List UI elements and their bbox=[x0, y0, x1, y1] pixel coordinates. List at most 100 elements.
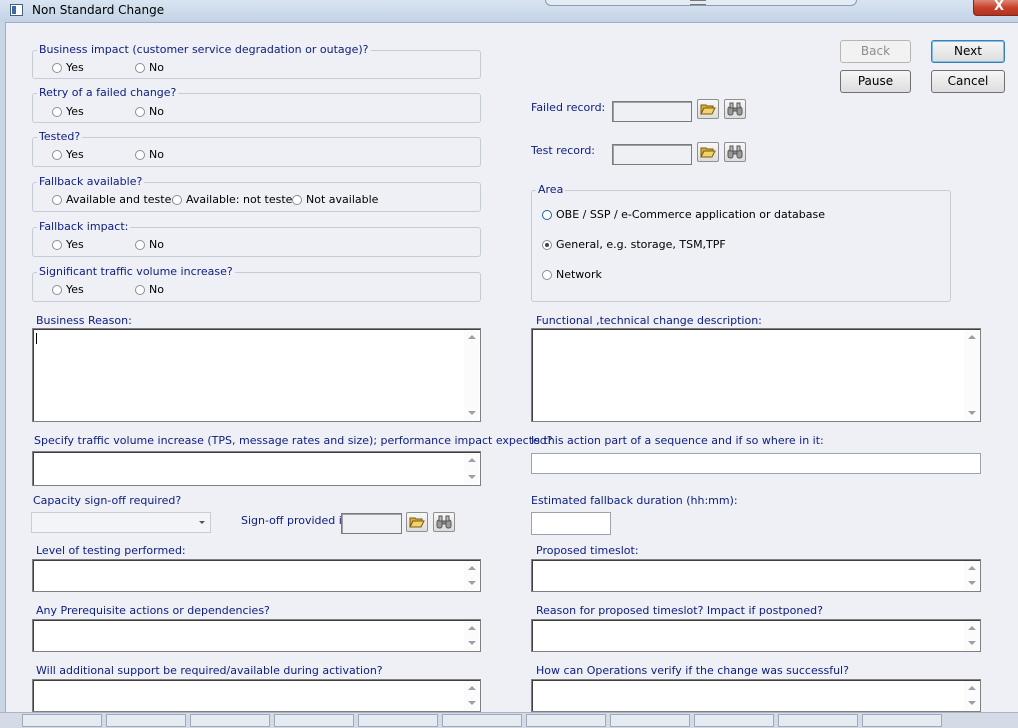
retry-legend: Retry of a failed change? bbox=[37, 86, 179, 99]
proposed-timeslot-textarea[interactable] bbox=[531, 559, 981, 592]
taskbar-item[interactable] bbox=[694, 714, 774, 727]
signoff-open-button[interactable] bbox=[406, 512, 428, 532]
business-impact-no[interactable]: No bbox=[135, 61, 164, 74]
scroll-up-icon[interactable] bbox=[968, 335, 976, 339]
area-option-network[interactable]: Network bbox=[542, 268, 602, 281]
failed-record-input[interactable] bbox=[612, 101, 692, 122]
signoff-find-button[interactable] bbox=[433, 512, 455, 532]
taskbar-item[interactable] bbox=[862, 714, 942, 727]
functional-description-label: Functional ,technical change description… bbox=[536, 314, 762, 327]
scroll-down-icon[interactable] bbox=[468, 411, 476, 415]
scroll-up-icon[interactable] bbox=[468, 335, 476, 339]
scroll-down-icon[interactable] bbox=[968, 701, 976, 705]
scroll-down-icon[interactable] bbox=[468, 641, 476, 645]
scrollbar[interactable] bbox=[964, 330, 979, 420]
folder-open-icon bbox=[700, 104, 716, 115]
tested-yes[interactable]: Yes bbox=[52, 148, 84, 161]
binoculars-icon bbox=[727, 102, 743, 116]
window-title: Non Standard Change bbox=[32, 3, 165, 17]
capacity-signoff-label: Capacity sign-off required? bbox=[33, 494, 182, 507]
scroll-down-icon[interactable] bbox=[468, 475, 476, 479]
option-label: Yes bbox=[66, 238, 84, 251]
pause-button-label: Pause bbox=[857, 74, 894, 88]
taskbar-item[interactable] bbox=[442, 714, 522, 727]
retry-no[interactable]: No bbox=[135, 105, 164, 118]
taskbar-item[interactable] bbox=[526, 714, 606, 727]
business-impact-yes[interactable]: Yes bbox=[52, 61, 84, 74]
scroll-up-icon[interactable] bbox=[468, 626, 476, 630]
scroll-up-icon[interactable] bbox=[968, 566, 976, 570]
fallback-available-not-tested[interactable]: Available: not tested bbox=[172, 193, 299, 206]
tested-no[interactable]: No bbox=[135, 148, 164, 161]
radio-selected-icon bbox=[542, 239, 552, 250]
failed-record-find-button[interactable] bbox=[724, 99, 746, 119]
scroll-down-icon[interactable] bbox=[968, 411, 976, 415]
taskbar-item[interactable] bbox=[610, 714, 690, 727]
test-record-open-button[interactable] bbox=[697, 142, 719, 162]
fallback-impact-yes[interactable]: Yes bbox=[52, 238, 84, 251]
signoff-provided-input[interactable] bbox=[341, 513, 402, 534]
option-label: Available: not tested bbox=[186, 193, 300, 206]
pause-button[interactable]: Pause bbox=[840, 70, 911, 93]
traffic-increase-no[interactable]: No bbox=[135, 283, 164, 296]
additional-support-textarea[interactable] bbox=[32, 679, 481, 712]
fallback-impact-no[interactable]: No bbox=[135, 238, 164, 251]
scrollbar[interactable] bbox=[964, 681, 979, 710]
fallback-impact-legend: Fallback impact: bbox=[37, 220, 131, 233]
taskbar-item[interactable] bbox=[274, 714, 354, 727]
scroll-up-icon[interactable] bbox=[468, 566, 476, 570]
scrollbar[interactable] bbox=[464, 453, 479, 484]
failed-record-open-button[interactable] bbox=[697, 99, 719, 119]
taskbar-item[interactable] bbox=[106, 714, 186, 727]
back-button[interactable]: Back bbox=[840, 40, 911, 63]
binoculars-icon bbox=[436, 515, 452, 529]
fallback-duration-input[interactable] bbox=[531, 512, 611, 535]
scroll-up-icon[interactable] bbox=[468, 686, 476, 690]
radio-icon bbox=[542, 209, 552, 220]
scrollbar[interactable] bbox=[464, 681, 479, 710]
scrollbar[interactable] bbox=[964, 561, 979, 590]
scrollbar[interactable] bbox=[464, 561, 479, 590]
prerequisites-textarea[interactable] bbox=[32, 619, 481, 652]
area-option-general[interactable]: General, e.g. storage, TSM,TPF bbox=[542, 238, 726, 251]
next-button[interactable]: Next bbox=[931, 40, 1005, 63]
capacity-signoff-dropdown[interactable] bbox=[31, 512, 211, 533]
fallback-available-legend: Fallback available? bbox=[37, 175, 145, 188]
fallback-available-tested[interactable]: Available and tested bbox=[52, 193, 178, 206]
option-label: OBE / SSP / e-Commerce application or da… bbox=[556, 208, 826, 221]
functional-description-textarea[interactable] bbox=[531, 328, 981, 422]
area-option-obe[interactable]: OBE / SSP / e-Commerce application or da… bbox=[542, 208, 825, 221]
sequence-input[interactable] bbox=[531, 453, 981, 474]
test-record-input[interactable] bbox=[612, 144, 692, 165]
scrollbar[interactable] bbox=[464, 330, 479, 420]
testing-level-textarea[interactable] bbox=[32, 559, 481, 592]
fallback-not-available[interactable]: Not available bbox=[292, 193, 378, 206]
taskbar-item[interactable] bbox=[778, 714, 858, 727]
scroll-up-icon[interactable] bbox=[968, 626, 976, 630]
scroll-up-icon[interactable] bbox=[468, 458, 476, 462]
scroll-down-icon[interactable] bbox=[968, 581, 976, 585]
scroll-down-icon[interactable] bbox=[968, 641, 976, 645]
option-label: No bbox=[149, 105, 164, 118]
retry-yes[interactable]: Yes bbox=[52, 105, 84, 118]
taskbar-item[interactable] bbox=[190, 714, 270, 727]
business-reason-textarea[interactable] bbox=[32, 328, 481, 422]
verify-success-textarea[interactable] bbox=[531, 679, 981, 712]
scroll-up-icon[interactable] bbox=[968, 686, 976, 690]
radio-icon bbox=[52, 239, 62, 250]
traffic-volume-textarea[interactable] bbox=[32, 451, 481, 486]
taskbar-item[interactable] bbox=[22, 714, 102, 727]
scrollbar[interactable] bbox=[464, 621, 479, 650]
scroll-down-icon[interactable] bbox=[468, 581, 476, 585]
cancel-button[interactable]: Cancel bbox=[931, 70, 1005, 93]
window-app-icon bbox=[10, 4, 23, 16]
scrollbar[interactable] bbox=[964, 621, 979, 650]
close-button[interactable]: X bbox=[973, 0, 1018, 16]
proposed-timeslot-label: Proposed timeslot: bbox=[536, 544, 639, 557]
traffic-increase-yes[interactable]: Yes bbox=[52, 283, 84, 296]
timeslot-reason-textarea[interactable] bbox=[531, 619, 981, 652]
taskbar-item[interactable] bbox=[358, 714, 438, 727]
scroll-down-icon[interactable] bbox=[468, 701, 476, 705]
option-label: Yes bbox=[66, 61, 84, 74]
test-record-find-button[interactable] bbox=[724, 142, 746, 162]
